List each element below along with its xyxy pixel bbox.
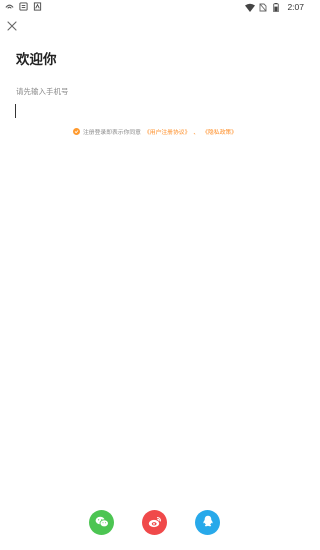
wechat-icon xyxy=(95,513,109,532)
page-title: 欢迎你 xyxy=(16,52,57,68)
status-bar-right: 2:07 xyxy=(245,2,304,12)
phone-label: 请先输入手机号 xyxy=(16,87,69,96)
check-icon xyxy=(74,130,79,134)
bug-icon xyxy=(19,2,28,11)
close-button[interactable] xyxy=(5,18,19,32)
weibo-login-button[interactable] xyxy=(142,510,167,535)
agreement-prefix: 注册登录即表示你同意 xyxy=(83,130,141,136)
weibo-icon xyxy=(148,513,162,532)
user-agreement-link[interactable]: 《用户注册协议》 xyxy=(144,127,190,136)
agreement-checkbox[interactable] xyxy=(73,128,80,135)
status-bar: 2:07 xyxy=(0,0,309,14)
no-sim-icon xyxy=(259,3,268,12)
status-bar-left xyxy=(5,2,42,11)
text-caret xyxy=(15,104,16,118)
close-icon xyxy=(7,16,17,35)
notification-icon xyxy=(33,2,42,11)
wechat-login-button[interactable] xyxy=(89,510,114,535)
qq-icon xyxy=(202,513,214,532)
status-time: 2:07 xyxy=(287,2,304,12)
wifi-icon xyxy=(245,3,256,12)
privacy-policy-link[interactable]: 《隐私政策》 xyxy=(202,127,237,136)
agreement-line: 注册登录即表示你同意 《用户注册协议》 、 《隐私政策》 xyxy=(73,127,237,136)
signal-icon xyxy=(5,2,14,11)
phone-input[interactable] xyxy=(14,103,298,121)
qq-login-button[interactable] xyxy=(195,510,220,535)
agreement-separator: 、 xyxy=(193,130,200,136)
battery-icon xyxy=(273,2,282,12)
